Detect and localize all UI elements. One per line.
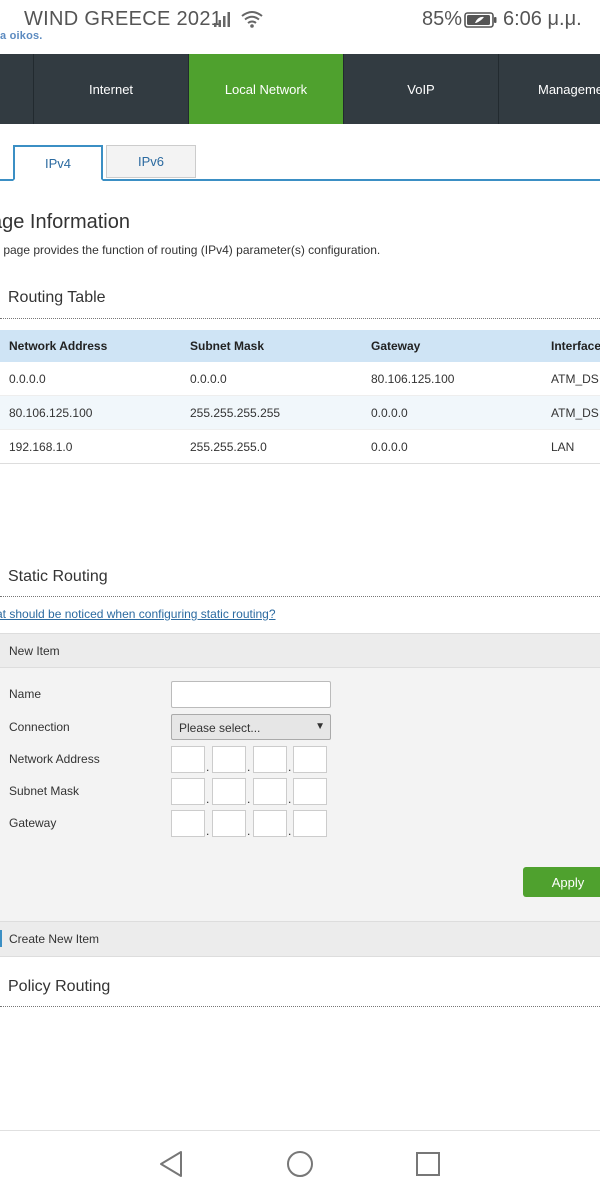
- home-icon[interactable]: [285, 1149, 315, 1179]
- wifi-icon: [241, 11, 263, 28]
- divider: [0, 463, 600, 464]
- network-address-label: Network Address: [9, 752, 100, 766]
- name-input[interactable]: [171, 681, 331, 708]
- system-nav-bar: [0, 1130, 600, 1201]
- connection-value: Please select...: [179, 721, 261, 735]
- selection-marker: [0, 930, 2, 947]
- gateway-octet-1[interactable]: [171, 810, 205, 837]
- battery-percent: 85%: [422, 8, 463, 30]
- create-new-item-button[interactable]: Create New Item: [0, 921, 600, 957]
- battery-icon: [464, 12, 497, 28]
- tab-ipv4[interactable]: IPv4: [13, 145, 103, 181]
- connection-select[interactable]: Please select... ▼: [171, 714, 331, 740]
- column-header: Network Address: [9, 339, 108, 353]
- page-title: age Information: [0, 211, 130, 233]
- logo-fragment: a oikos.: [0, 30, 43, 42]
- network-address-octet-2[interactable]: [212, 746, 246, 773]
- gateway-octet-2[interactable]: [212, 810, 246, 837]
- column-header: Interface: [551, 339, 600, 353]
- subnet-mask-octet-1[interactable]: [171, 778, 205, 805]
- table-cell: 0.0.0.0: [190, 371, 227, 386]
- page-description: s page provides the function of routing …: [0, 243, 381, 257]
- divider: [0, 596, 600, 597]
- policy-routing-title: Policy Routing: [8, 978, 111, 995]
- connection-label: Connection: [9, 720, 70, 734]
- table-cell: 255.255.255.255: [190, 405, 281, 420]
- status-bar: WIND GREECE 2021 85% 6:06 μ.μ.: [0, 0, 600, 42]
- table-header: Network Address Subnet Mask Gateway Inte…: [0, 330, 600, 362]
- static-routing-title: Static Routing: [8, 568, 108, 585]
- tab-ipv6[interactable]: IPv6: [106, 145, 196, 178]
- back-icon[interactable]: [157, 1149, 185, 1179]
- divider: [0, 318, 600, 319]
- apply-button[interactable]: Apply: [523, 867, 600, 897]
- new-item-label: New Item: [9, 644, 60, 658]
- table-cell: 0.0.0.0: [371, 405, 408, 420]
- column-header: Gateway: [371, 339, 421, 353]
- signal-icon: [214, 12, 230, 27]
- clock: 6:06 μ.μ.: [503, 8, 582, 30]
- protocol-tabs: IPv6 IPv4: [0, 145, 600, 181]
- nav-item-management[interactable]: Manageme: [499, 54, 600, 124]
- table-cell: 80.106.125.100: [371, 371, 455, 386]
- recent-apps-icon[interactable]: [414, 1149, 442, 1179]
- gateway-octet-3[interactable]: [253, 810, 287, 837]
- subnet-mask-octet-3[interactable]: [253, 778, 287, 805]
- new-item-header: New Item: [0, 634, 600, 668]
- table-cell: LAN: [551, 439, 575, 454]
- table-row: 192.168.1.0 255.255.255.0 0.0.0.0 LAN: [0, 430, 600, 464]
- gateway-octet-4[interactable]: [293, 810, 327, 837]
- subnet-mask-octet-2[interactable]: [212, 778, 246, 805]
- dropdown-arrow-icon: ▼: [315, 721, 325, 732]
- gateway-label: Gateway: [9, 816, 57, 830]
- create-new-item-label: Create New Item: [9, 932, 100, 946]
- network-address-octet-4[interactable]: [293, 746, 327, 773]
- carrier-name: WIND GREECE 2021: [24, 8, 223, 30]
- nav-item-voip[interactable]: VoIP: [344, 54, 499, 124]
- table-cell: 0.0.0.0: [9, 371, 46, 386]
- table-cell: 0.0.0.0: [371, 439, 408, 454]
- nav-item-local-network[interactable]: Local Network: [189, 54, 344, 124]
- table-row: 0.0.0.0 0.0.0.0 80.106.125.100 ATM_DS: [0, 362, 600, 396]
- table-cell: ATM_DS: [551, 371, 599, 386]
- subnet-mask-label: Subnet Mask: [9, 784, 80, 798]
- table-cell: 255.255.255.0: [190, 439, 267, 454]
- table-cell: ATM_DS: [551, 405, 599, 420]
- routing-table-title: Routing Table: [8, 289, 106, 306]
- static-routing-help-link[interactable]: at should be noticed when configuring st…: [0, 607, 276, 621]
- nav-item-hidden[interactable]: [0, 54, 34, 124]
- table-row: 80.106.125.100 255.255.255.255 0.0.0.0 A…: [0, 396, 600, 430]
- network-address-octet-3[interactable]: [253, 746, 287, 773]
- column-header: Subnet Mask: [190, 339, 265, 353]
- routing-table: Network Address Subnet Mask Gateway Inte…: [0, 330, 600, 464]
- network-address-octet-1[interactable]: [171, 746, 205, 773]
- subnet-mask-octet-4[interactable]: [293, 778, 327, 805]
- name-label: Name: [9, 687, 42, 701]
- table-cell: 80.106.125.100: [9, 405, 93, 420]
- table-cell: 192.168.1.0: [9, 439, 73, 454]
- nav-item-internet[interactable]: Internet: [34, 54, 189, 124]
- divider: [0, 1006, 600, 1007]
- main-nav: Internet Local Network VoIP Manageme: [0, 54, 600, 124]
